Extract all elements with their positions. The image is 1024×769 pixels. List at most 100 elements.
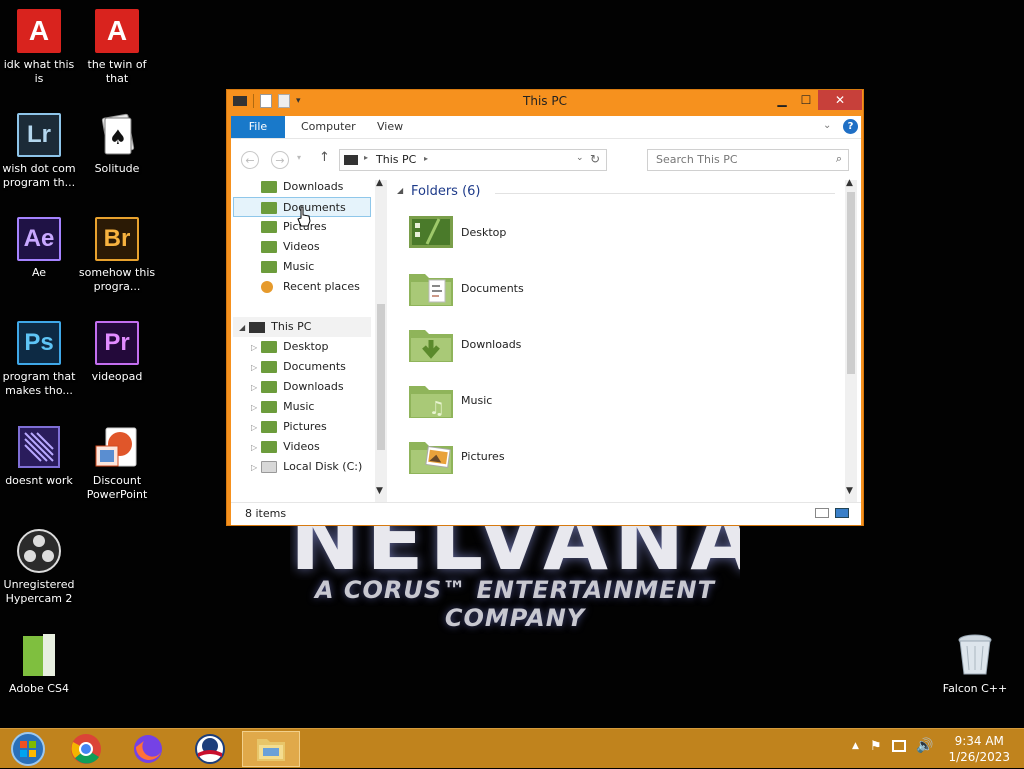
desktop-icon-ae[interactable]: Ae Ae bbox=[0, 216, 79, 280]
desktop-icon-label: Solitude bbox=[94, 162, 140, 175]
details-view-icon[interactable] bbox=[815, 508, 829, 518]
network-icon[interactable] bbox=[892, 740, 906, 752]
action-center-flag-icon[interactable]: ⚑ bbox=[870, 739, 882, 754]
nav-item-downloads-pc[interactable]: ▷ Downloads bbox=[251, 377, 344, 397]
clock[interactable]: 9:34 AM 1/26/2023 bbox=[948, 733, 1010, 765]
start-button[interactable] bbox=[0, 731, 56, 767]
folder-item-desktop[interactable]: Desktop bbox=[409, 210, 506, 254]
folder-item-downloads[interactable]: Downloads bbox=[409, 322, 521, 366]
main-pane: Downloads Documents Pictures Videos Musi… bbox=[231, 177, 861, 502]
desktop-icon-videopad[interactable]: Pr videopad bbox=[77, 320, 157, 384]
nav-item-documents-pc[interactable]: ▷ Documents bbox=[251, 357, 346, 377]
nav-item-recent-places[interactable]: Recent places bbox=[261, 277, 360, 297]
address-dropdown-icon[interactable]: ⌄ bbox=[576, 153, 584, 163]
after-effects-icon: Ae bbox=[17, 217, 61, 261]
folder-label: Documents bbox=[461, 281, 524, 295]
tab-file[interactable]: File bbox=[231, 116, 285, 138]
taskbar-firefox[interactable] bbox=[120, 731, 176, 767]
up-arrow-icon[interactable]: ↑ bbox=[319, 150, 330, 165]
content-scrollbar-thumb[interactable] bbox=[847, 192, 855, 374]
search-input[interactable]: Search This PC ⌕ bbox=[647, 149, 849, 171]
refresh-icon[interactable]: ↻ bbox=[590, 152, 600, 166]
scroll-down-icon[interactable]: ▼ bbox=[846, 486, 853, 496]
show-hidden-icons-icon[interactable]: ▲ bbox=[852, 741, 859, 751]
taskbar-chrome[interactable] bbox=[58, 731, 114, 767]
documents-folder-icon bbox=[261, 202, 277, 214]
nav-scrollbar-thumb[interactable] bbox=[377, 304, 385, 450]
file-explorer-icon bbox=[257, 739, 285, 761]
desktop-icon-label: Discount PowerPoint bbox=[86, 474, 148, 501]
volume-icon[interactable]: 🔊 bbox=[916, 738, 933, 754]
desktop-icon-lightroom[interactable]: Lr wish dot com program th... bbox=[0, 112, 79, 190]
folder-item-pictures[interactable]: Pictures bbox=[409, 434, 505, 478]
computer-icon bbox=[344, 155, 358, 165]
expand-arrow-icon[interactable]: ▷ bbox=[251, 443, 257, 452]
solitaire-icon: ♠ bbox=[101, 113, 135, 155]
folder-label: Desktop bbox=[461, 225, 507, 239]
tab-view[interactable]: View bbox=[377, 116, 403, 138]
tab-computer[interactable]: Computer bbox=[301, 116, 356, 138]
recent-locations-icon[interactable]: ▾ bbox=[297, 153, 301, 162]
title-bar[interactable]: ▾ This PC ▁ ☐ ✕ bbox=[227, 90, 863, 112]
collapse-group-icon[interactable]: ◢ bbox=[397, 186, 403, 195]
expand-arrow-icon[interactable]: ◢ bbox=[239, 323, 245, 332]
svg-text:♫: ♫ bbox=[429, 398, 445, 418]
forward-button[interactable]: → bbox=[271, 151, 289, 169]
photoshop-icon: Ps bbox=[17, 321, 61, 365]
desktop-icon-twin[interactable]: A the twin of that bbox=[77, 8, 157, 86]
recent-places-icon bbox=[261, 281, 273, 293]
nav-item-music-pc[interactable]: ▷ Music bbox=[251, 397, 314, 417]
nav-item-videos-pc[interactable]: ▷ Videos bbox=[251, 437, 320, 457]
expand-arrow-icon[interactable]: ▷ bbox=[251, 343, 257, 352]
maximize-button[interactable]: ☐ bbox=[791, 90, 821, 110]
firefox-icon bbox=[134, 735, 162, 763]
nav-item-videos[interactable]: Videos bbox=[261, 237, 320, 257]
desktop-icon-photoshop[interactable]: Ps program that makes tho... bbox=[0, 320, 79, 398]
desktop-icon-adobe-cs4[interactable]: Adobe CS4 bbox=[0, 632, 79, 696]
lightroom-icon: Lr bbox=[17, 113, 61, 157]
music-folder-icon: ♫ bbox=[409, 382, 453, 419]
breadcrumb-arrow-icon: ▸ bbox=[364, 153, 369, 162]
desktop-icon-idk[interactable]: A idk what this is bbox=[0, 8, 79, 86]
expand-arrow-icon[interactable]: ▷ bbox=[251, 423, 257, 432]
desktop-icon-hypercam[interactable]: Unregistered Hypercam 2 bbox=[0, 528, 79, 606]
expand-arrow-icon[interactable]: ▷ bbox=[251, 403, 257, 412]
scroll-up-icon[interactable]: ▲ bbox=[846, 178, 853, 188]
back-button[interactable]: ← bbox=[241, 151, 259, 169]
expand-arrow-icon[interactable]: ▷ bbox=[251, 463, 257, 472]
close-button[interactable]: ✕ bbox=[818, 90, 862, 110]
expand-arrow-icon[interactable]: ▷ bbox=[251, 363, 257, 372]
folder-item-documents[interactable]: Documents bbox=[409, 266, 524, 310]
nav-item-local-disk[interactable]: ▷ Local Disk (C:) bbox=[251, 457, 362, 477]
obs-icon bbox=[17, 529, 61, 573]
desktop-icon-bridge[interactable]: Br somehow this progra... bbox=[77, 216, 157, 294]
pictures-folder-icon bbox=[261, 221, 277, 233]
nav-pane-scrollbar[interactable]: ▲ ▼ bbox=[375, 178, 387, 502]
expand-ribbon-icon[interactable]: ⌄ bbox=[823, 120, 831, 131]
nav-item-pictures-pc[interactable]: ▷ Pictures bbox=[251, 417, 327, 437]
nav-item-pictures[interactable]: Pictures bbox=[261, 217, 327, 237]
scroll-up-icon[interactable]: ▲ bbox=[376, 178, 383, 188]
address-bar[interactable]: ▸ This PC ▸ ⌄ ↻ bbox=[339, 149, 607, 171]
content-pane: ◢ Folders (6) Desktop Documents Download… bbox=[395, 180, 855, 502]
nav-item-desktop[interactable]: ▷ Desktop bbox=[251, 337, 329, 357]
desktop-icon-doesnt-work[interactable]: doesnt work bbox=[0, 424, 79, 488]
ribbon: File Computer View ⌄ ? bbox=[231, 116, 861, 138]
scroll-down-icon[interactable]: ▼ bbox=[376, 486, 383, 496]
desktop-icon-solitude[interactable]: ♠ Solitude bbox=[77, 112, 157, 176]
folder-item-music[interactable]: ♫ Music bbox=[409, 378, 492, 422]
nav-item-music[interactable]: Music bbox=[261, 257, 314, 277]
desktop-icon-falcon[interactable]: Falcon C++ bbox=[935, 632, 1015, 696]
large-icons-view-icon[interactable] bbox=[835, 508, 849, 518]
nav-item-downloads[interactable]: Downloads bbox=[261, 177, 343, 197]
help-icon[interactable]: ? bbox=[843, 119, 858, 134]
expand-arrow-icon[interactable]: ▷ bbox=[251, 383, 257, 392]
taskbar-app[interactable] bbox=[182, 731, 238, 767]
media-encoder-icon bbox=[18, 426, 60, 468]
desktop-icon-powerpoint[interactable]: Discount PowerPoint bbox=[77, 424, 157, 502]
taskbar-file-explorer[interactable] bbox=[242, 731, 300, 767]
nav-item-this-pc[interactable]: ◢ This PC bbox=[233, 317, 371, 337]
explorer-window: ▾ This PC ▁ ☐ ✕ File Computer View ⌄ ? ←… bbox=[226, 89, 864, 526]
desktop-icon-label: program that makes tho... bbox=[2, 370, 76, 397]
content-scrollbar[interactable]: ▲ ▼ bbox=[845, 178, 857, 502]
